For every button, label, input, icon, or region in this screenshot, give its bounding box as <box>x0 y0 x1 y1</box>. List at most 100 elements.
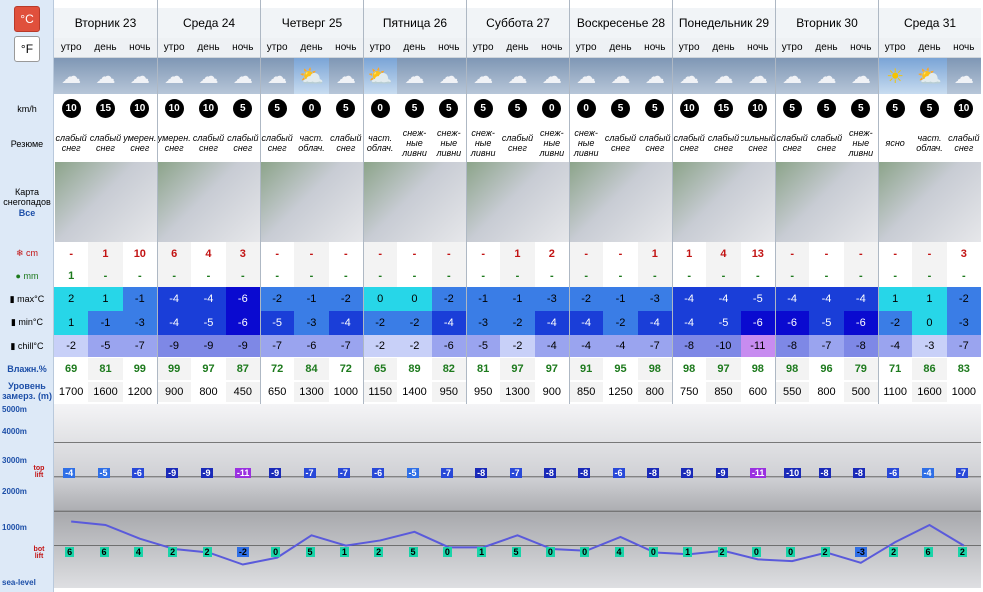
snow-map-thumbnail[interactable] <box>569 162 672 242</box>
snow-map-thumbnail[interactable] <box>260 162 363 242</box>
celsius-toggle[interactable]: °C <box>14 6 40 32</box>
max-cell: 0 <box>362 287 398 311</box>
rain-cell: 1 <box>68 270 75 282</box>
snow-map-thumbnail[interactable] <box>775 162 878 242</box>
chill-cell: -4 <box>534 335 569 357</box>
max-cell: -2 <box>328 287 363 311</box>
hum-cell: 69 <box>65 363 78 375</box>
day-header-row: Вторник 23 Среда 24 Четверг 25 Пятница 26 Су… <box>54 8 981 38</box>
day-header-4[interactable]: Суббота 27 <box>466 8 569 38</box>
day-separator <box>672 0 673 404</box>
time-of-day: день <box>294 38 329 58</box>
bot-lift-temp: 0 <box>751 547 761 557</box>
min-cell: -2 <box>603 311 638 335</box>
wind-cell: 5 <box>500 94 534 122</box>
snow-map-thumbnail[interactable] <box>157 162 260 242</box>
min-cell: -4 <box>431 311 466 335</box>
chill-cell: -4 <box>568 335 604 357</box>
bot-lift-temp: 2 <box>717 547 727 557</box>
map-filter-link[interactable]: Все <box>0 208 54 218</box>
freeze-cell: 1150 <box>362 382 398 402</box>
wind-cell: 5 <box>260 94 294 122</box>
chill-cell: -6 <box>294 335 329 357</box>
snow-map-label: Карта <box>14 187 40 197</box>
summary-cell: слабый снег <box>776 133 808 153</box>
hum-cell: 98 <box>774 358 810 380</box>
max-cell: 1 <box>877 287 913 311</box>
wind-cell: 10 <box>157 94 191 122</box>
top-lift-temp: -8 <box>852 468 865 478</box>
fahrenheit-toggle[interactable]: °F <box>14 36 40 62</box>
chill-cell: -9 <box>191 335 226 357</box>
day-header-3[interactable]: Пятница 26 <box>363 8 466 38</box>
bot-lift-temp: 2 <box>202 547 212 557</box>
freeze-cell: 1300 <box>294 382 329 402</box>
min-cell: -1 <box>88 311 123 335</box>
max-cell: -4 <box>191 287 226 311</box>
day-header-6[interactable]: Понедельник 29 <box>672 8 775 38</box>
bot-lift-temp: 5 <box>511 547 521 557</box>
time-of-day: утро <box>671 38 707 58</box>
hum-cell: 97 <box>706 358 741 380</box>
min-cell: -3 <box>946 311 981 335</box>
wind-direction-icon: 15 <box>713 98 733 118</box>
wind-cell: 5 <box>329 94 363 122</box>
weather-icon: ⛅ <box>362 58 398 94</box>
wind-direction-icon: 10 <box>164 98 184 118</box>
day-header-2[interactable]: Четверг 25 <box>260 8 363 38</box>
wind-cell: 5 <box>466 94 500 122</box>
day-header-5[interactable]: Воскресенье 28 <box>569 8 672 38</box>
summary-cell: слабый снег <box>501 133 534 153</box>
time-of-day: ночь <box>328 38 363 58</box>
hum-cell: 65 <box>362 358 398 380</box>
snow-cloud-icon: ☁ <box>473 65 494 88</box>
snow-map-thumbnail[interactable] <box>466 162 569 242</box>
snow-map-thumbnail[interactable] <box>672 162 775 242</box>
rain-cell: - <box>824 270 829 282</box>
snow-row: -1 10 6 4 3- - - - - - -1 2- -1 1 4 13- - - - -3 <box>54 242 981 265</box>
hum-cell: 81 <box>477 363 490 375</box>
time-of-day: утро <box>568 38 604 58</box>
time-of-day: ночь <box>740 38 775 58</box>
wind-direction-icon: 0 <box>301 98 321 118</box>
snow-map-thumbnail[interactable] <box>363 162 466 242</box>
time-of-day: ночь <box>534 38 569 58</box>
day-header-1[interactable]: Среда 24 <box>157 8 260 38</box>
wind-direction-icon: 10 <box>198 98 218 118</box>
bot-lift-temp: 2 <box>374 547 384 557</box>
hum-cell: 97 <box>202 363 215 375</box>
day-header-8[interactable]: Среда 31 <box>878 8 981 38</box>
snow-cell: - <box>362 242 398 265</box>
snow-cell: - <box>69 247 73 260</box>
top-lift-temp: -11 <box>749 468 767 478</box>
top-lift-temp: -8 <box>578 468 591 478</box>
day-header-7[interactable]: Вторник 30 <box>775 8 878 38</box>
snowflake-icon: ❄ <box>15 248 27 258</box>
max-cell: -4 <box>774 287 810 311</box>
snow-cloud-icon: ☁ <box>267 65 288 88</box>
rain-cell: - <box>843 265 878 287</box>
snow-cloud-icon: ☁ <box>198 65 219 88</box>
top-lift-temp: -9 <box>166 468 179 478</box>
summary-cell: слабый снег <box>89 133 122 153</box>
rain-cell: - <box>618 270 623 282</box>
wind-direction-icon: 5 <box>336 98 356 118</box>
freeze-level-label-2: замерз. (m) <box>2 391 52 401</box>
bot-lift-temp: 1 <box>339 547 349 557</box>
snow-cloud-icon: ☁ <box>610 65 631 88</box>
alt-3000: 3000m <box>2 456 27 465</box>
snow-cloud-icon: ☁ <box>438 65 459 88</box>
snow-map-thumbnail[interactable] <box>54 162 157 242</box>
summary-cell: снеж- ные ливни <box>848 128 874 158</box>
freeze-cell: 450 <box>225 382 260 402</box>
top-lift-temp: -6 <box>131 468 144 478</box>
bot-lift-temp: 5 <box>305 547 315 557</box>
day-header-0[interactable]: Вторник 23 <box>54 8 157 38</box>
max-cell: -1 <box>294 287 329 311</box>
hum-cell: 72 <box>339 363 352 375</box>
hum-cell: 91 <box>568 358 604 380</box>
snow-map-thumbnail[interactable] <box>878 162 981 242</box>
max-label: ▮ max°C <box>9 294 45 304</box>
min-label: ▮ min°C <box>10 317 44 327</box>
snow-cell: - <box>568 242 604 265</box>
